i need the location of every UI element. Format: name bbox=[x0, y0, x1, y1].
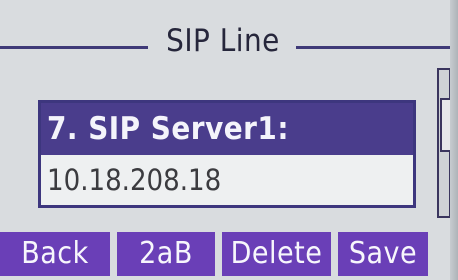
title-rule-left bbox=[0, 46, 148, 49]
back-button[interactable]: Back bbox=[0, 232, 110, 276]
setting-label: 7. SIP Server1: bbox=[41, 103, 413, 155]
scrollbar[interactable] bbox=[437, 68, 452, 218]
input-mode-button[interactable]: 2aB bbox=[117, 232, 215, 276]
screen-bezel-edge bbox=[450, 0, 458, 280]
softkey-bar: Back 2aB Delete Save bbox=[0, 232, 458, 276]
page-title: SIP Line bbox=[166, 23, 280, 59]
sip-server-setting[interactable]: 7. SIP Server1: 10.18.208.18 bbox=[38, 100, 416, 208]
sip-server-input[interactable]: 10.18.208.18 bbox=[41, 155, 413, 205]
save-button[interactable]: Save bbox=[338, 232, 428, 276]
delete-button[interactable]: Delete bbox=[222, 232, 331, 276]
title-rule-right bbox=[296, 46, 458, 49]
screen-title-bar: SIP Line bbox=[0, 20, 458, 62]
